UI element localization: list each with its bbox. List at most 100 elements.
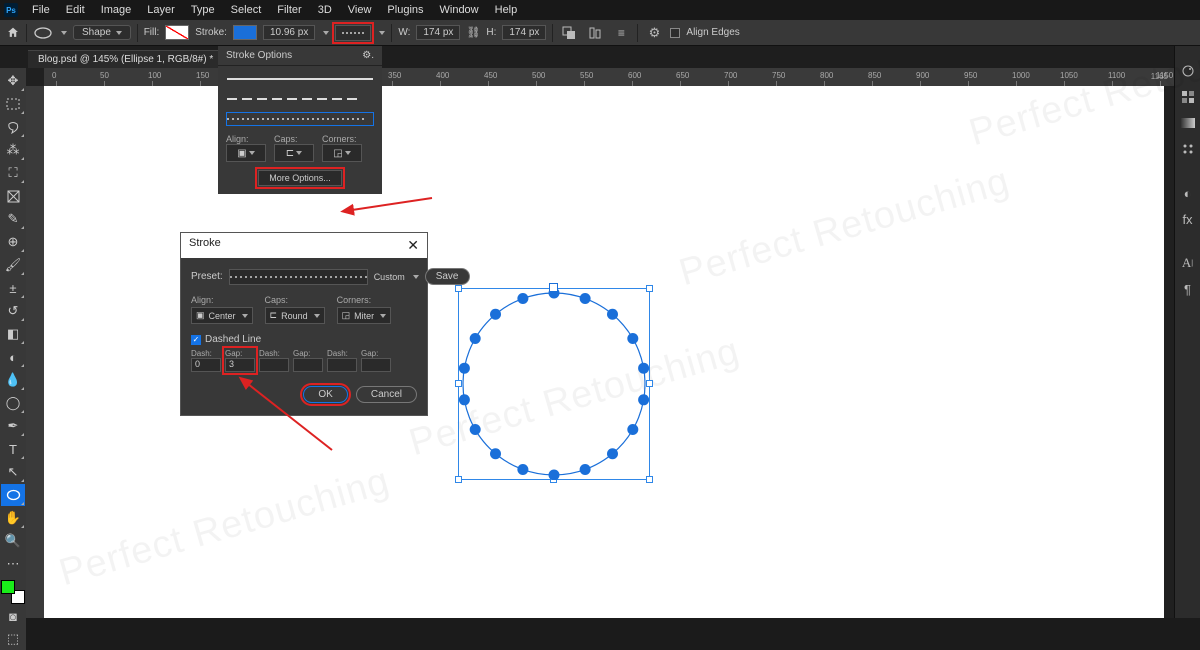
width-label: W: [398, 27, 410, 38]
more-options-button[interactable]: More Options... [258, 170, 342, 186]
dlg-corners-dropdown[interactable]: ◲ Miter [337, 307, 392, 324]
foreground-color-swatch[interactable] [1, 580, 15, 594]
dash2-input[interactable] [259, 358, 289, 372]
ellipse-shape[interactable] [458, 288, 650, 480]
stroke-dialog-title: Stroke [189, 237, 221, 254]
cancel-button[interactable]: Cancel [356, 386, 417, 403]
hand-tool[interactable]: ✋ [1, 507, 25, 529]
path-arrangement-icon[interactable]: ≡ [611, 24, 631, 42]
preset-label: Preset: [191, 271, 223, 282]
stroke-align-dropdown[interactable]: ▣ [226, 144, 266, 162]
path-operations-icon[interactable] [559, 24, 579, 42]
menu-3d[interactable]: 3D [310, 2, 340, 18]
menu-edit[interactable]: Edit [58, 2, 93, 18]
anchor-top[interactable] [549, 283, 558, 292]
preset-save-button[interactable]: Save [425, 268, 470, 285]
dashed-line-label: Dashed Line [205, 334, 261, 345]
stroke-dialog-close-icon[interactable]: ✕ [407, 237, 419, 254]
character-panel-icon[interactable]: A| [1179, 254, 1197, 272]
photoshop-app-icon: Ps [4, 3, 18, 17]
menu-layer[interactable]: Layer [139, 2, 183, 18]
dash1-input[interactable]: 0 [191, 358, 221, 372]
ellipse-tool-icon [33, 26, 53, 40]
menu-view[interactable]: View [340, 2, 380, 18]
watermark: Perfect Retouching [675, 160, 1015, 295]
path-selection-tool[interactable]: ↖ [1, 461, 25, 483]
vertical-ruler[interactable] [26, 86, 44, 618]
stroke-style-dashed[interactable] [226, 92, 374, 106]
type-tool[interactable]: T [1, 438, 25, 460]
dodge-tool[interactable]: ◯ [1, 392, 25, 414]
stroke-corners-dropdown[interactable]: ◲ [322, 144, 362, 162]
stroke-options-gear-icon[interactable]: ⚙. [362, 50, 374, 61]
dlg-caps-dropdown[interactable]: ⊏ Round [265, 307, 325, 324]
stroke-width-input[interactable]: 10.96 px [263, 25, 315, 40]
menu-type[interactable]: Type [183, 2, 223, 18]
dash3-input[interactable] [327, 358, 357, 372]
brush-tool[interactable]: 🖌 [1, 254, 25, 276]
link-wh-icon[interactable]: ⛓ [466, 26, 480, 39]
preset-name: Custom [374, 272, 405, 282]
adjustments-panel-icon[interactable]: ◐ [1179, 184, 1197, 202]
paragraph-panel-icon[interactable]: ¶ [1179, 280, 1197, 298]
styles-panel-icon[interactable]: fx [1179, 210, 1197, 228]
lasso-tool[interactable] [1, 116, 25, 138]
gradients-panel-icon[interactable] [1179, 114, 1197, 132]
home-icon[interactable] [6, 26, 20, 39]
zoom-tool[interactable]: 🔍 [1, 530, 25, 552]
align-edges-label: Align Edges [686, 27, 739, 38]
screen-mode-toggle[interactable]: ⬚ [1, 628, 25, 650]
stroke-style-dotted[interactable] [226, 112, 374, 126]
color-swatches[interactable] [1, 580, 25, 604]
stroke-options-title: Stroke Options [226, 50, 292, 61]
edit-toolbar[interactable]: ⋯ [1, 553, 25, 575]
marquee-tool[interactable] [1, 93, 25, 115]
frame-tool[interactable] [1, 185, 25, 207]
fill-label: Fill: [144, 27, 160, 38]
quickmask-toggle[interactable]: ◙ [1, 605, 25, 627]
menu-plugins[interactable]: Plugins [379, 2, 431, 18]
crop-tool[interactable]: ⛶ [1, 162, 25, 184]
height-input[interactable]: 174 px [502, 25, 546, 40]
height-label: H: [486, 27, 496, 38]
document-tab[interactable]: Blog.psd @ 145% (Ellipse 1, RGB/8#) * × [28, 50, 235, 68]
menu-image[interactable]: Image [93, 2, 140, 18]
gap1-input[interactable]: 3 [225, 358, 255, 372]
ellipse-tool[interactable] [1, 484, 25, 506]
healing-brush-tool[interactable]: ⊕ [1, 231, 25, 253]
move-tool[interactable]: ✥ [1, 70, 25, 92]
dlg-align-dropdown[interactable]: ▣ Center [191, 307, 253, 324]
tool-mode-dropdown[interactable]: Shape [73, 25, 131, 40]
menu-select[interactable]: Select [223, 2, 270, 18]
align-edges-checkbox[interactable] [670, 28, 680, 38]
menu-window[interactable]: Window [432, 2, 487, 18]
horizontal-ruler[interactable]: 0501001502002503003504004505005506006507… [44, 68, 1174, 86]
gap3-input[interactable] [361, 358, 391, 372]
patterns-panel-icon[interactable] [1179, 140, 1197, 158]
right-panel-rail: ◐ fx A| ¶ [1174, 46, 1200, 618]
history-brush-tool[interactable]: ↺ [1, 300, 25, 322]
stroke-swatch[interactable] [233, 25, 257, 40]
path-alignment-icon[interactable] [585, 24, 605, 42]
menu-help[interactable]: Help [487, 2, 526, 18]
watermark: Perfect Retouching [55, 460, 395, 595]
eyedropper-tool[interactable]: ✎ [1, 208, 25, 230]
gap2-input[interactable] [293, 358, 323, 372]
menu-filter[interactable]: Filter [269, 2, 309, 18]
eraser-tool[interactable]: ◧ [1, 323, 25, 345]
blur-tool[interactable]: 💧 [1, 369, 25, 391]
shape-options-gear-icon[interactable]: ⚙ [644, 24, 664, 42]
stroke-caps-dropdown[interactable]: ⊏ [274, 144, 314, 162]
dashed-line-checkbox[interactable]: ✓ [191, 335, 201, 345]
stroke-style-solid[interactable] [226, 72, 374, 86]
fill-swatch[interactable] [165, 25, 189, 40]
gradient-tool[interactable]: ◐ [1, 346, 25, 368]
pen-tool[interactable]: ✒ [1, 415, 25, 437]
width-input[interactable]: 174 px [416, 25, 460, 40]
left-toolbar: ✥ ⁂ ⛶ ✎ ⊕ 🖌 ± ↺ ◧ ◐ 💧 ◯ ✒ T ↖ ✋ 🔍 ⋯ ◙ ⬚ [0, 68, 26, 650]
menu-file[interactable]: File [24, 2, 58, 18]
quick-selection-tool[interactable]: ⁂ [1, 139, 25, 161]
preset-preview[interactable] [229, 269, 368, 285]
clone-stamp-tool[interactable]: ± [1, 277, 25, 299]
stroke-style-dropdown[interactable] [335, 25, 371, 41]
